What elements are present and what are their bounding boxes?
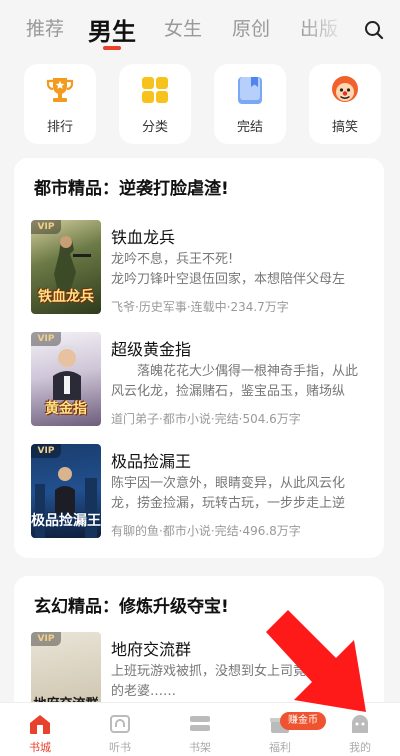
- vip-badge: VIP: [31, 220, 61, 234]
- category-label: 完结: [236, 120, 263, 135]
- nav-label: 听书: [109, 741, 131, 754]
- vip-badge: VIP: [31, 444, 61, 458]
- book-item[interactable]: VIP 极品捡漏王 极品捡漏王 陈宇因一次意外，眼睛变异，从此风云化龙，捞金捡漏…: [14, 444, 384, 544]
- red-arrow-annotation: [266, 610, 366, 712]
- search-icon[interactable]: [364, 20, 384, 40]
- home-icon: [30, 715, 50, 734]
- tab-female[interactable]: 女生: [164, 14, 202, 41]
- section-card-urban: 都市精品：逆袭打脸虐渣! VIP 铁血龙兵 铁血龙兵 龙吟不息，兵王不死! 龙吟…: [14, 158, 384, 558]
- book-item[interactable]: VIP 铁血龙兵 铁血龙兵 龙吟不息，兵王不死! 龙吟刀锋叶空退伍回家，本想陪伴…: [14, 220, 384, 320]
- grid-icon: [142, 77, 168, 103]
- nav-label: 福利: [269, 741, 291, 754]
- category-classify[interactable]: 分类: [119, 64, 191, 144]
- category-ranking[interactable]: 排行: [24, 64, 96, 144]
- section-title: 玄幻精品：修炼升级夺宝!: [34, 597, 229, 617]
- book-meta: 飞爷·历史军事·连载中·234.7万字: [111, 300, 289, 314]
- book-title: 铁血龙兵: [111, 228, 176, 247]
- vip-badge: VIP: [31, 632, 61, 646]
- book-title: 极品捡漏王: [111, 452, 192, 471]
- nav-label: 我的: [349, 741, 371, 754]
- book-cover[interactable]: VIP 极品捡漏王: [31, 444, 101, 538]
- tab-recommend[interactable]: 推荐: [26, 14, 64, 41]
- category-label: 分类: [141, 120, 168, 135]
- book-title: 地府交流群: [111, 640, 192, 659]
- book-meta: 有聊的鱼·都市小说·完结·496.8万字: [111, 524, 301, 538]
- tab-original[interactable]: 原创: [232, 14, 270, 41]
- bookshelf-icon: [190, 716, 210, 731]
- category-funny[interactable]: 搞笑: [309, 64, 381, 144]
- book-meta: 道门弟子·都市小说·完结·504.6万字: [111, 412, 301, 426]
- book-title: 超级黄金指: [111, 340, 192, 359]
- nav-bookshelf[interactable]: 书架: [172, 709, 228, 755]
- nav-label: 书架: [189, 741, 211, 754]
- category-label: 排行: [46, 120, 73, 135]
- book-icon: [238, 77, 262, 104]
- cover-title: 铁血龙兵: [38, 289, 94, 305]
- section-title: 都市精品：逆袭打脸虐渣!: [34, 179, 229, 199]
- book-description: 陈宇因一次意外，眼睛变异，从此风云化龙，捞金捡漏，玩转古玩，一步步走上逆袭…: [111, 476, 346, 511]
- headphones-icon: [110, 715, 130, 733]
- category-label: 搞笑: [331, 120, 358, 135]
- vip-badge: VIP: [31, 332, 61, 346]
- tab-fade-overlay: [300, 0, 350, 58]
- category-finished[interactable]: 完结: [214, 64, 286, 144]
- book-description: 落魄花花大少偶得一根神奇手指，从此风云化龙，捡漏赌石，鉴宝品玉，赌场纵横，…: [111, 364, 359, 399]
- clown-icon: [332, 76, 358, 102]
- cover-title: 极品捡漏王: [31, 513, 101, 529]
- book-item[interactable]: VIP 黄金指 超级黄金指 落魄花花大少偶得一根神奇手指，从此风云化龙，捡漏赌石…: [14, 332, 384, 432]
- top-tab-bar: 推荐 男生 女生 原创 出版: [0, 0, 400, 58]
- book-description: 龙吟不息，兵王不死! 龙吟刀锋叶空退伍回家，本想陪伴父母左右…: [111, 252, 346, 287]
- tab-male[interactable]: 男生: [88, 12, 136, 47]
- book-cover[interactable]: VIP 铁血龙兵: [31, 220, 101, 314]
- nav-label: 书城: [29, 741, 51, 754]
- cover-title: 黄金指: [45, 401, 87, 417]
- book-cover[interactable]: VIP 黄金指: [31, 332, 101, 426]
- nav-bookstore[interactable]: 书城: [12, 709, 68, 755]
- active-tab-indicator: [103, 46, 121, 50]
- nav-audiobook[interactable]: 听书: [92, 709, 148, 755]
- trophy-icon: [46, 78, 74, 102]
